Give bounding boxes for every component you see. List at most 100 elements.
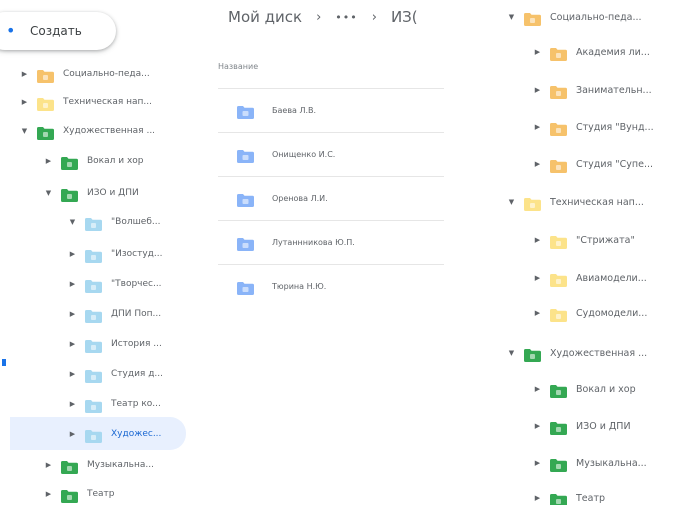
tree-item-label: Студия "Супе... — [576, 158, 654, 170]
tree-item[interactable]: ▶ Студия д... — [68, 364, 200, 384]
caret-right-icon[interactable]: ▶ — [68, 310, 77, 318]
tree-item-label: Занимательн... — [576, 84, 652, 96]
tree-item[interactable]: ▶ Музыкальна... — [533, 453, 675, 473]
file-name: Баева Л.В. — [272, 106, 317, 115]
tree-item[interactable]: ▶ Театр ко... — [68, 394, 200, 414]
caret-right-icon[interactable]: ▶ — [533, 123, 542, 131]
file-row[interactable]: Лутаннникова Ю.П. — [218, 220, 444, 264]
tree-item[interactable]: ▶ "Изостуд... — [68, 244, 200, 264]
shared-folder-icon — [237, 280, 254, 295]
chevron-right-icon: › — [316, 9, 322, 25]
tree-item[interactable]: ▶ История ... — [68, 334, 200, 354]
tree-item[interactable]: ▶ Судомодели... — [533, 303, 675, 323]
caret-right-icon[interactable]: ▶ — [68, 430, 77, 438]
tree-item-label: Художественная ... — [550, 347, 648, 359]
tree-item[interactable]: ▶ Академия ли... — [533, 42, 675, 62]
tree-item[interactable]: ▼ Техническая нап... — [507, 192, 675, 212]
tree-item-label: Студия "Вунд... — [576, 121, 654, 133]
caret-right-icon[interactable]: ▶ — [20, 98, 29, 106]
tree-item[interactable]: ▼ Художественная ... — [20, 121, 200, 141]
caret-right-icon[interactable]: ▶ — [44, 490, 53, 498]
caret-right-icon[interactable]: ▶ — [44, 461, 53, 469]
tree-item-label: Авиамодели... — [576, 272, 647, 284]
column-header-name[interactable]: Название — [218, 62, 258, 71]
tree-item-label: История ... — [111, 339, 162, 349]
tree-item-label: Художественная ... — [63, 126, 156, 136]
caret-right-icon[interactable]: ▶ — [68, 340, 77, 348]
folder-icon — [85, 338, 102, 353]
tree-item[interactable]: ▶ Вокал и хор — [533, 379, 675, 399]
file-name: Лутаннникова Ю.П. — [272, 238, 355, 247]
caret-right-icon[interactable]: ▶ — [68, 250, 77, 258]
breadcrumb-more[interactable]: ••• — [335, 11, 357, 24]
tree-item[interactable]: ▼ "Волшеб... — [68, 212, 200, 232]
tree-item[interactable]: ▶ Музыкальна... — [44, 455, 200, 475]
folder-icon — [550, 234, 567, 249]
file-row[interactable]: Баева Л.В. — [218, 88, 444, 132]
tree-item[interactable]: ▶ "Творчес... — [68, 274, 200, 294]
tree-item[interactable]: ▶ Театр — [44, 484, 200, 504]
caret-right-icon[interactable]: ▶ — [533, 422, 542, 430]
caret-right-icon[interactable]: ▶ — [533, 86, 542, 94]
tree-item-label: "Стрижата" — [576, 234, 635, 246]
folder-icon — [37, 96, 54, 111]
shared-folder-icon — [237, 148, 254, 163]
caret-down-icon[interactable]: ▼ — [507, 13, 516, 21]
tree-item-label: Музыкальна... — [576, 457, 647, 469]
tree-item-label: ДПИ Поп... — [111, 309, 162, 319]
tree-item[interactable]: ▶ "Стрижата" — [533, 230, 675, 250]
file-row[interactable]: Оренова Л.И. — [218, 176, 444, 220]
file-name: Тюрина Н.Ю. — [272, 282, 327, 291]
caret-down-icon[interactable]: ▼ — [507, 198, 516, 206]
tree-item-label: Академия ли... — [576, 46, 650, 58]
folder-icon — [524, 196, 541, 211]
tree-item[interactable]: ▼ Художественная ... — [507, 343, 675, 363]
caret-right-icon[interactable]: ▶ — [68, 370, 77, 378]
tree-item[interactable]: ▶ Социально-педа... — [20, 64, 200, 84]
tree-item[interactable]: ▼ Социально-педа... — [507, 7, 675, 27]
caret-right-icon[interactable]: ▶ — [533, 494, 542, 502]
caret-right-icon[interactable]: ▶ — [533, 48, 542, 56]
tree-item[interactable]: ▶ Вокал и хор — [44, 151, 200, 171]
tree-item-label: ИЗО и ДПИ — [576, 420, 631, 432]
tree-item[interactable]: ▶ Техническая нап... — [20, 92, 200, 112]
caret-right-icon[interactable]: ▶ — [533, 236, 542, 244]
tree-item-label: "Изостуд... — [111, 249, 163, 259]
tree-item-label: Театр ко... — [111, 399, 161, 409]
caret-right-icon[interactable]: ▶ — [533, 160, 542, 168]
caret-right-icon[interactable]: ▶ — [533, 385, 542, 393]
caret-right-icon[interactable]: ▶ — [68, 400, 77, 408]
tree-item[interactable]: ▶ ИЗО и ДПИ — [533, 416, 675, 436]
tree-item[interactable]: ▶ Студия "Вунд... — [533, 117, 675, 137]
breadcrumb-root[interactable]: Мой диск — [228, 8, 302, 26]
tree-item[interactable]: ▶ Авиамодели... — [533, 268, 675, 288]
caret-down-icon[interactable]: ▼ — [507, 349, 516, 357]
caret-down-icon[interactable]: ▼ — [68, 218, 77, 226]
create-button[interactable]: • Создать — [0, 12, 116, 50]
folder-icon — [85, 428, 102, 443]
tree-item-label: Социально-педа... — [550, 11, 642, 23]
caret-right-icon[interactable]: ▶ — [533, 274, 542, 282]
tree-item-label: Театр — [87, 489, 115, 499]
tree-item-label: Вокал и хор — [576, 383, 636, 395]
caret-right-icon[interactable]: ▶ — [68, 280, 77, 288]
caret-right-icon[interactable]: ▶ — [533, 309, 542, 317]
tree-item[interactable]: ▶ Художес... — [68, 424, 200, 444]
folder-icon — [85, 398, 102, 413]
tree-item[interactable]: ▶ Занимательн... — [533, 80, 675, 100]
tree-item-label: Студия д... — [111, 369, 164, 379]
folder-icon — [61, 488, 78, 503]
caret-right-icon[interactable]: ▶ — [44, 157, 53, 165]
breadcrumb-current[interactable]: ИЗ( — [391, 8, 418, 26]
caret-right-icon[interactable]: ▶ — [533, 459, 542, 467]
caret-down-icon[interactable]: ▼ — [44, 189, 53, 197]
tree-item[interactable]: ▶ Студия "Супе... — [533, 154, 675, 174]
tree-item[interactable]: ▶ Театр — [533, 488, 675, 505]
tree-item[interactable]: ▼ ИЗО и ДПИ — [44, 183, 200, 203]
file-row[interactable]: Онищенко И.С. — [218, 132, 444, 176]
file-row[interactable]: Тюрина Н.Ю. — [218, 264, 444, 308]
caret-down-icon[interactable]: ▼ — [20, 127, 29, 135]
shared-folder-icon — [237, 104, 254, 119]
tree-item[interactable]: ▶ ДПИ Поп... — [68, 304, 200, 324]
caret-right-icon[interactable]: ▶ — [20, 70, 29, 78]
